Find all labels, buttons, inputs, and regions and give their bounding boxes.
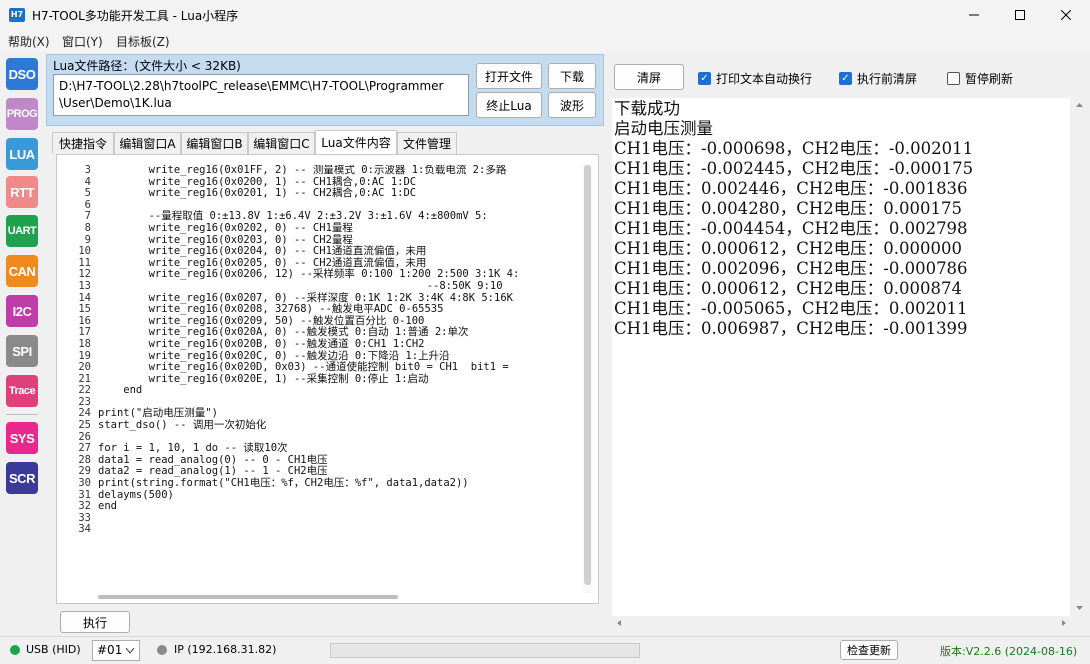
editor-vertical-scroll-thumb[interactable] (584, 165, 591, 585)
sidebar-scr-button[interactable]: SCR (6, 462, 38, 494)
download-button[interactable]: 下载 (548, 63, 596, 89)
code-editor[interactable]: 3 4 5 6 7 8 9 10 11 12 13 14 15 16 17 18… (56, 154, 599, 604)
tab-editor-c[interactable]: 编辑窗口C (248, 132, 315, 154)
output-scroll-arrows-icon (1076, 103, 1083, 610)
open-file-button[interactable]: 打开文件 (476, 63, 542, 89)
version-text: 版本:V2.2.6 (2024-08-16) (940, 645, 1078, 658)
sidebar-uart-button[interactable]: UART (6, 215, 38, 247)
sidebar-prog-button[interactable]: PROG (6, 98, 38, 130)
auto-wrap-checkbox[interactable]: ✓ 打印文本自动换行 (698, 70, 812, 87)
clear-before-exec-check-icon: ✓ (839, 72, 852, 85)
sidebar-rtt-button[interactable]: RTT (6, 176, 38, 208)
tab-quick-commands[interactable]: 快捷指令 (52, 132, 114, 154)
minimize-button[interactable] (951, 0, 997, 30)
check-update-button[interactable]: 检查更新 (840, 640, 898, 660)
pause-refresh-checkbox[interactable]: 暂停刷新 (947, 70, 1013, 87)
usb-status-icon (10, 645, 20, 655)
sidebar-lua-button[interactable]: LUA (6, 138, 38, 170)
pause-refresh-label: 暂停刷新 (965, 72, 1014, 86)
editor-horizontal-scroll-thumb[interactable] (98, 595, 398, 599)
output-vertical-scrollbar[interactable] (1071, 98, 1088, 616)
tab-lua-file-content[interactable]: Lua文件内容 (315, 130, 397, 154)
sidebar-can-button[interactable]: CAN (6, 255, 38, 287)
output-console[interactable]: 下载成功 启动电压测量 CH1电压：-0.000698，CH2电压：-0.002… (612, 98, 1070, 616)
sidebar-i2c-button[interactable]: I2C (6, 295, 38, 327)
editor-vertical-scrollbar[interactable] (583, 165, 592, 593)
sidebar-divider (6, 414, 38, 415)
device-select-value: #01 (97, 643, 123, 657)
auto-wrap-label: 打印文本自动换行 (716, 72, 813, 86)
code-content[interactable]: write_reg16(0x01FF, 2) -- 测量模式 0:示波器 1:负… (98, 165, 573, 593)
clear-before-exec-label: 执行前清屏 (857, 72, 918, 86)
maximize-button[interactable] (997, 0, 1043, 30)
maximize-icon (1015, 10, 1025, 20)
sidebar-spi-button[interactable]: SPI (6, 335, 38, 367)
menu-window[interactable]: 窗口(Y) (62, 33, 103, 50)
status-bar: USB (HID) #01 IP (192.168.31.82) 检查更新 版本… (0, 636, 1090, 664)
waveform-button[interactable]: 波形 (548, 92, 596, 118)
chevron-down-icon (126, 648, 134, 654)
device-select[interactable]: #01 (92, 640, 140, 661)
minimize-icon (969, 14, 979, 16)
sidebar-trace-button[interactable]: Trace (6, 375, 38, 407)
close-button[interactable] (1043, 0, 1089, 30)
execute-button[interactable]: 执行 (60, 611, 130, 633)
auto-wrap-check-icon: ✓ (698, 72, 711, 85)
lua-path-label: Lua文件路径：(文件大小 < 32KB) (53, 59, 241, 73)
ip-status-text: IP (192.168.31.82) (174, 643, 277, 656)
line-numbers: 3 4 5 6 7 8 9 10 11 12 13 14 15 16 17 18… (78, 164, 91, 536)
close-icon (1061, 10, 1071, 20)
menu-bar: 帮助(X) 窗口(Y) 目标板(Z) (0, 30, 1090, 52)
usb-status-text: USB (HID) (26, 643, 81, 656)
stop-lua-button[interactable]: 终止Lua (476, 92, 542, 118)
tab-editor-a[interactable]: 编辑窗口A (114, 132, 181, 154)
pause-refresh-check-icon (947, 72, 960, 85)
ip-status-icon (157, 645, 167, 655)
title-bar: H7 H7-TOOL多功能开发工具 - Lua小程序 (0, 0, 1090, 30)
menu-target[interactable]: 目标板(Z) (116, 33, 170, 50)
output-hscroll-arrows-icon (617, 620, 1066, 626)
clear-screen-button[interactable]: 清屏 (614, 64, 684, 90)
app-icon: H7 (9, 8, 25, 22)
output-horizontal-scrollbar[interactable] (612, 616, 1071, 630)
menu-help[interactable]: 帮助(X) (8, 33, 50, 50)
window-title: H7-TOOL多功能开发工具 - Lua小程序 (32, 9, 239, 23)
sidebar-sys-button[interactable]: SYS (6, 422, 38, 454)
progress-bar (330, 643, 640, 658)
lua-path-field[interactable]: D:\H7-TOOL\2.28\h7toolPC_release\EMMC\H7… (53, 74, 469, 116)
sidebar: DSO PROG LUA RTT UART CAN I2C SPI Trace … (0, 52, 44, 636)
sidebar-dso-button[interactable]: DSO (6, 58, 38, 90)
clear-before-exec-checkbox[interactable]: ✓ 执行前清屏 (839, 70, 917, 87)
tab-file-manager[interactable]: 文件管理 (397, 132, 457, 154)
editor-horizontal-scrollbar[interactable] (98, 593, 578, 601)
tab-editor-b[interactable]: 编辑窗口B (181, 132, 248, 154)
